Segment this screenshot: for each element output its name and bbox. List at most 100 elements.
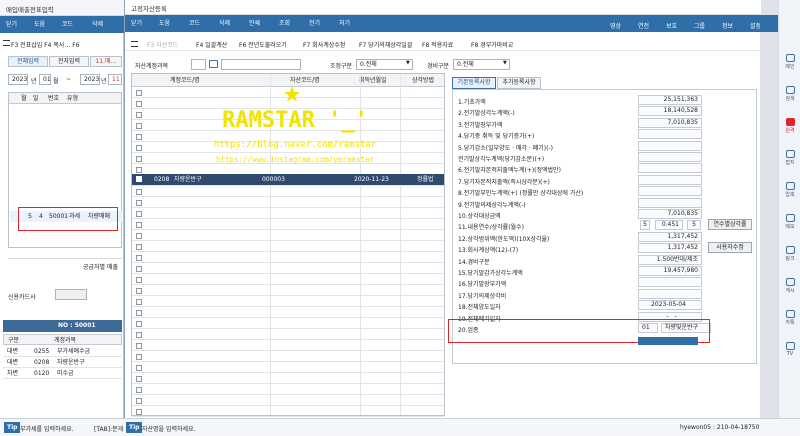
field-value[interactable] (638, 163, 702, 174)
row-checkbox[interactable] (136, 134, 142, 140)
row-checkbox[interactable] (136, 398, 142, 404)
asset-account-code[interactable] (191, 59, 206, 70)
tab-additional[interactable]: 추가등록사항 (497, 77, 541, 89)
asset-grid-row[interactable] (132, 352, 444, 362)
back-tab-electronic[interactable]: 전자입력 (49, 56, 89, 67)
back-tab-11[interactable]: 11.매… (90, 56, 122, 67)
asset-grid-row[interactable] (132, 341, 444, 351)
asset-grid-row[interactable] (132, 308, 444, 318)
asset-grid-row[interactable] (132, 264, 444, 274)
back-code-button[interactable]: 코드 (62, 19, 73, 30)
field-value[interactable]: 7,010,835 (638, 209, 702, 219)
menu-apply-data[interactable]: F8 적용자료 (422, 40, 453, 49)
asset-grid-row[interactable] (132, 187, 444, 197)
protect-link[interactable]: 보호 (666, 21, 677, 30)
tab-basic[interactable]: 기본등록사항 (452, 77, 496, 89)
row-checkbox[interactable] (136, 176, 142, 182)
life-years-field[interactable]: 5 (640, 220, 650, 231)
row-checkbox[interactable] (136, 167, 142, 173)
row-checkbox[interactable] (136, 112, 142, 118)
row-checkbox[interactable] (136, 266, 142, 272)
asset-grid-row[interactable] (132, 275, 444, 285)
field-value[interactable]: 19,457,980 (638, 266, 702, 276)
asset-grid-row[interactable] (132, 220, 444, 230)
row-checkbox[interactable] (136, 189, 142, 195)
row-checkbox[interactable] (136, 288, 142, 294)
sidebar-item[interactable]: 메모 (779, 214, 800, 230)
back-entry-row[interactable]: 대변 0255 부가세예수금 (3, 346, 122, 357)
asset-grid-row[interactable] (132, 286, 444, 296)
sidebar-item[interactable]: 압축 (779, 182, 800, 198)
row-checkbox[interactable] (136, 365, 142, 371)
lookup-icon[interactable] (209, 60, 218, 68)
sidebar-item[interactable]: 메인 (779, 54, 800, 70)
life-rate-button[interactable]: 연수별상각률 (708, 219, 752, 231)
back-help-button[interactable]: 도움 (34, 19, 45, 30)
asset-grid-row[interactable] (132, 198, 444, 208)
asset-grid-row[interactable] (132, 242, 444, 252)
back-menu[interactable]: F3 전표삽입 F4 복사… F6 (0, 37, 124, 50)
life-months-field[interactable]: 5 (687, 220, 701, 231)
field-value[interactable] (638, 174, 702, 185)
menu-compare[interactable]: F8 경부가마비교 (471, 40, 513, 49)
field-value[interactable] (638, 197, 702, 208)
process-button[interactable]: 처기 (339, 18, 350, 29)
back-delete-button[interactable]: 삭제 (92, 19, 103, 30)
row-checkbox[interactable] (136, 354, 142, 360)
row-checkbox[interactable] (136, 145, 142, 151)
field-value[interactable]: 1.500번대/제조 (638, 254, 702, 265)
asset-grid-row[interactable] (132, 385, 444, 395)
sidebar-item[interactable]: 원격 (779, 118, 800, 134)
asset-grid-row[interactable] (132, 297, 444, 307)
asset-grid-row[interactable] (132, 330, 444, 340)
asset-grid-row[interactable] (132, 231, 444, 241)
field-value[interactable]: 1,317,452 (638, 231, 702, 242)
field-value[interactable]: 18,140,528 (638, 106, 702, 117)
back-month2-field[interactable]: 11 (108, 74, 122, 85)
field-value[interactable]: 25,151,363 (638, 95, 702, 105)
row-checkbox[interactable] (136, 310, 142, 316)
user-edit-button[interactable]: 사용자수정 (708, 242, 752, 254)
row-checkbox[interactable] (136, 387, 142, 393)
expense-select[interactable]: 0.전체 (453, 59, 510, 70)
back-credit-field[interactable] (55, 289, 87, 300)
asset-grid-row[interactable] (132, 363, 444, 373)
row-checkbox[interactable] (136, 343, 142, 349)
depr-rate-field[interactable]: 0.451 (655, 220, 683, 231)
row-checkbox[interactable] (136, 101, 142, 107)
sidebar-item[interactable]: 검색 (779, 86, 800, 102)
back-entry-row[interactable]: 대변 0208 차량운반구 (3, 357, 122, 368)
field-value[interactable] (638, 152, 702, 162)
row-checkbox[interactable] (136, 332, 142, 338)
asset-grid-row[interactable] (132, 253, 444, 263)
row-checkbox[interactable] (136, 277, 142, 283)
adjust-select[interactable]: 0.전체 (356, 59, 413, 70)
sidebar-item[interactable]: 접지 (779, 150, 800, 166)
chevron-down-icon[interactable]: ▼ (503, 60, 507, 66)
field-value[interactable] (638, 186, 702, 197)
menu-depr-batch[interactable]: F7 당기의채상각일괄 (359, 40, 412, 49)
row-checkbox[interactable] (136, 321, 142, 327)
menu-icon[interactable] (131, 41, 138, 47)
code-button[interactable]: 코드 (189, 18, 200, 29)
field-value[interactable] (638, 288, 702, 299)
menu-company-edit[interactable]: F7 회사계상수정 (303, 40, 345, 49)
back-month-field[interactable]: 01 (39, 74, 51, 85)
print-button[interactable]: 인쇄 (249, 18, 260, 29)
row-checkbox[interactable] (136, 156, 142, 162)
field-value[interactable] (638, 129, 702, 140)
field-value[interactable] (638, 140, 702, 151)
row-checkbox[interactable] (136, 233, 142, 239)
help-button[interactable]: 도움 (159, 18, 170, 29)
sidebar-item[interactable]: 게시 (779, 278, 800, 294)
asset-account-name[interactable] (221, 59, 301, 70)
row-checkbox[interactable] (136, 211, 142, 217)
row-checkbox[interactable] (136, 244, 142, 250)
row-checkbox[interactable] (136, 409, 142, 415)
menu-load-prev-year[interactable]: F6 전년도불러오기 (239, 40, 287, 49)
asset-grid-row[interactable] (132, 374, 444, 384)
asset-grid-row[interactable] (132, 209, 444, 219)
row-checkbox[interactable] (136, 200, 142, 206)
row-checkbox[interactable] (136, 255, 142, 261)
sidebar-item[interactable]: TV (779, 342, 800, 357)
